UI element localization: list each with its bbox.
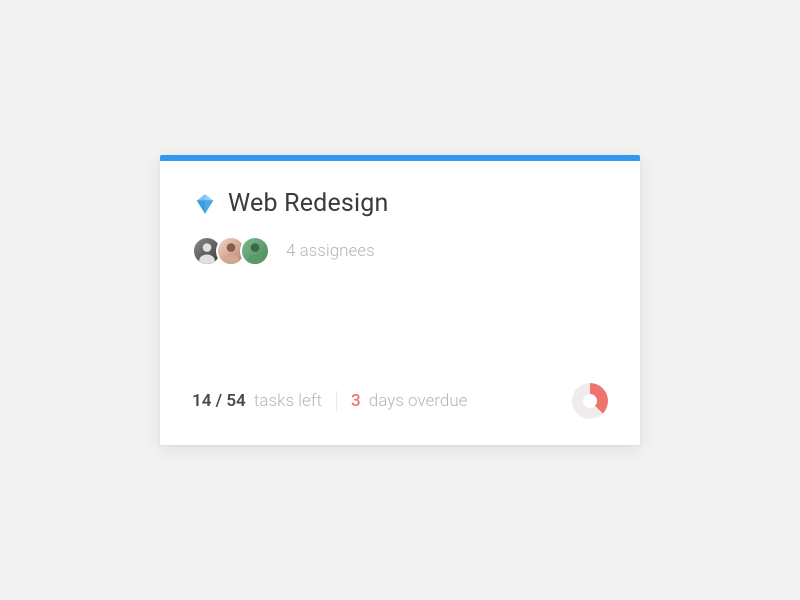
assignees-label: 4 assignees bbox=[286, 241, 375, 261]
project-card[interactable]: Web Redesign 4 assignees 14 / 54 bbox=[160, 155, 640, 445]
tasks-count: 14 / 54 bbox=[192, 391, 246, 411]
tasks-segment: 14 / 54 tasks left bbox=[192, 391, 322, 411]
avatar[interactable] bbox=[240, 236, 270, 266]
footer-text: 14 / 54 tasks left 3 days overdue bbox=[192, 391, 467, 411]
tasks-label: tasks left bbox=[254, 391, 322, 411]
overdue-label: days overdue bbox=[369, 391, 468, 411]
title-row: Web Redesign bbox=[192, 189, 608, 218]
diamond-icon bbox=[192, 191, 218, 217]
card-footer: 14 / 54 tasks left 3 days overdue bbox=[192, 383, 608, 419]
project-title: Web Redesign bbox=[228, 189, 389, 218]
assignees-row[interactable]: 4 assignees bbox=[192, 236, 608, 266]
vertical-divider bbox=[336, 391, 337, 411]
overdue-count: 3 bbox=[351, 391, 361, 411]
overdue-segment: 3 days overdue bbox=[351, 391, 468, 411]
avatar-stack bbox=[192, 236, 270, 266]
progress-pie-icon bbox=[572, 383, 608, 419]
card-body: Web Redesign 4 assignees 14 / 54 bbox=[160, 161, 640, 445]
